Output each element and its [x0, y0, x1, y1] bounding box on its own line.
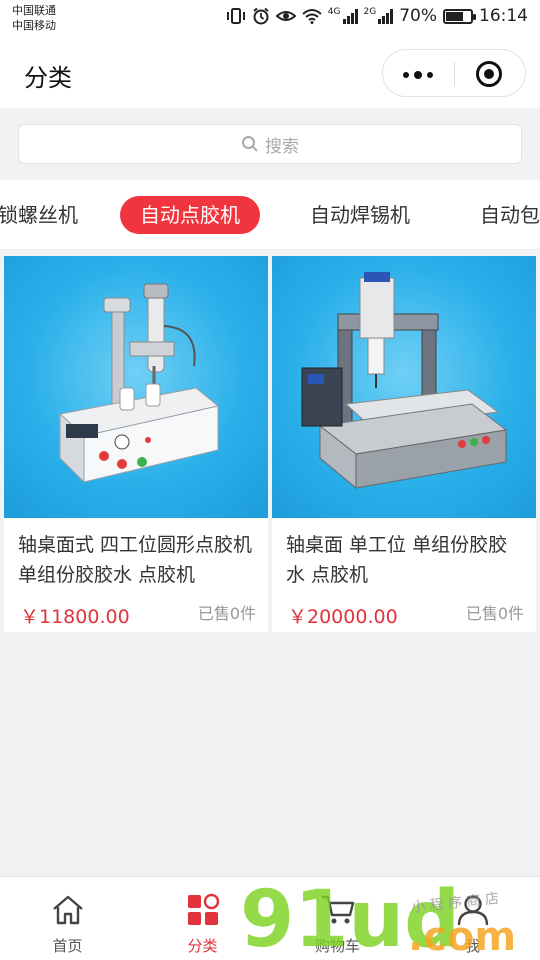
signal-icon	[342, 8, 358, 24]
search-icon	[242, 136, 258, 152]
tab-bar-label: 购物车	[314, 937, 360, 955]
search-area: 搜索	[0, 108, 540, 180]
product-image[interactable]	[4, 256, 268, 518]
tab-bar-label: 首页	[52, 937, 83, 955]
user-icon	[457, 895, 488, 926]
battery-percent: 70%	[399, 6, 437, 26]
capsule-divider	[454, 62, 455, 86]
tab-bar-label: 我	[464, 937, 480, 955]
product-card[interactable]: 轴桌面 单工位 单组份胶胶水 点胶机 ￥20000.00 已售0件	[272, 256, 536, 632]
product-name: 轴桌面 单工位 单组份胶胶水 点胶机	[286, 534, 508, 586]
signal-2-icon	[378, 8, 394, 24]
tab-soldering-machine[interactable]: 自动焊锡机	[310, 196, 410, 234]
status-bar: 中国联通 中国移动 4G 2G 70% 16:14	[0, 0, 540, 42]
product-price: ￥20000.00	[288, 606, 398, 628]
network-4g-label: 4G	[327, 7, 341, 17]
network-2g-label: 2G	[363, 7, 377, 17]
clock: 16:14	[479, 6, 528, 26]
cart-icon	[321, 895, 354, 924]
tab-bar-label: 分类	[187, 937, 218, 955]
tab-bar-cart[interactable]: 购物车	[270, 877, 405, 960]
tab-screw-machine[interactable]: 锁螺丝机	[0, 196, 78, 234]
product-sold-count: 已售0件	[465, 604, 524, 623]
tab-bar-me[interactable]: 我	[405, 877, 540, 960]
carrier-2: 中国移动	[12, 19, 56, 32]
dispensing-machine-illustration	[58, 283, 220, 484]
search-placeholder: 搜索	[265, 136, 299, 157]
battery-icon	[443, 8, 476, 24]
nav-bar: 分类	[0, 42, 540, 108]
tab-bar-home[interactable]: 首页	[0, 877, 135, 960]
vibrate-icon	[226, 8, 245, 24]
home-icon	[52, 895, 83, 925]
category-icon	[187, 893, 219, 925]
category-tabs: 锁螺丝机 自动点胶机 自动焊锡机 自动包	[0, 180, 540, 250]
search-input[interactable]: 搜索	[18, 124, 522, 164]
eye-icon	[275, 11, 296, 21]
carrier-1: 中国联通	[12, 4, 56, 17]
dispensing-machine-illustration	[301, 272, 508, 490]
product-sold-count: 已售0件	[197, 604, 256, 623]
mini-program-capsule	[382, 49, 526, 97]
more-icon[interactable]	[403, 71, 433, 79]
tab-dispensing-machine[interactable]: 自动点胶机	[120, 196, 260, 234]
product-name: 轴桌面式 四工位圆形点胶机 单组份胶胶水 点胶机	[18, 534, 253, 586]
tab-auto-pack[interactable]: 自动包	[480, 196, 540, 234]
close-target-icon[interactable]	[476, 61, 502, 87]
product-price: ￥11800.00	[20, 606, 130, 628]
carrier-info: 中国联通 中国移动	[12, 3, 56, 33]
alarm-icon	[253, 7, 269, 25]
product-image[interactable]	[272, 256, 536, 518]
tab-bar: 首页 分类 购物车 我	[0, 876, 540, 960]
wifi-icon	[302, 9, 322, 24]
product-card[interactable]: 轴桌面式 四工位圆形点胶机 单组份胶胶水 点胶机 ￥11800.00 已售0件	[4, 256, 268, 632]
status-indicators: 4G 2G 70% 16:14	[226, 6, 528, 26]
tab-bar-category[interactable]: 分类	[135, 877, 270, 960]
page-title: 分类	[24, 64, 72, 92]
